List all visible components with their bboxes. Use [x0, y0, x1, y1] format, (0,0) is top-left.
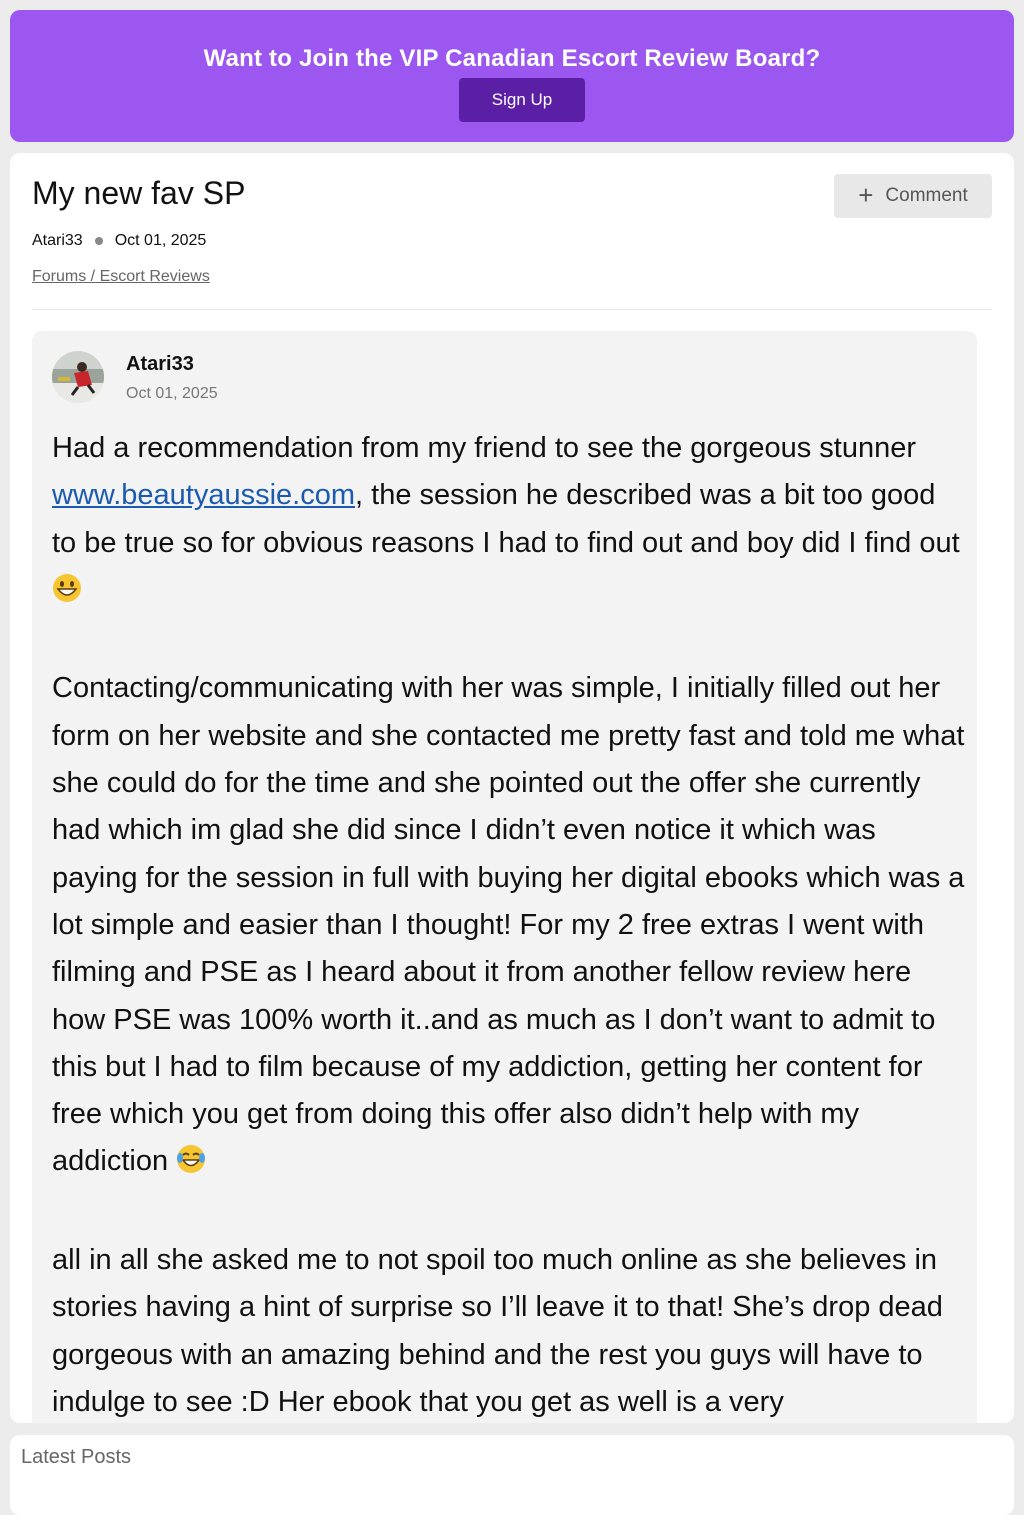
separator-dot-icon	[94, 237, 103, 245]
divider	[32, 309, 992, 310]
post-text: all in all she asked me to not spoil too…	[52, 1244, 943, 1418]
tears-of-joy-emoji-icon	[176, 1142, 206, 1189]
post-body: Had a recommendation from my friend to s…	[52, 425, 967, 1423]
post-text: Had a recommendation from my friend to s…	[52, 432, 917, 464]
plus-icon: +	[858, 179, 874, 210]
thread-card: My new fav SP + Comment Atari33 Oct 01, …	[10, 153, 1014, 1423]
post-paragraph: Had a recommendation from my friend to s…	[52, 425, 967, 618]
post-author[interactable]: Atari33	[126, 353, 194, 376]
comment-button[interactable]: + Comment	[834, 174, 992, 218]
thread-author[interactable]: Atari33	[32, 232, 83, 250]
banner-title: Want to Join the VIP Canadian Escort Rev…	[203, 45, 821, 72]
grinning-emoji-icon	[52, 571, 82, 618]
post-paragraph: all in all she asked me to not spoil too…	[52, 1237, 967, 1423]
post: Atari33 Oct 01, 2025 Had a recommendatio…	[32, 331, 977, 1423]
thread-meta: Atari33 Oct 01, 2025	[32, 232, 206, 250]
post-paragraph: Contacting/communicating with her was si…	[52, 665, 967, 1189]
post-date: Oct 01, 2025	[126, 385, 218, 402]
sign-up-button[interactable]: Sign Up	[459, 78, 585, 122]
vip-signup-banner: Want to Join the VIP Canadian Escort Rev…	[10, 10, 1014, 142]
post-text: Contacting/communicating with her was si…	[52, 672, 965, 1178]
latest-posts-section: Latest Posts	[10, 1435, 1014, 1515]
page-title: My new fav SP	[32, 175, 246, 211]
breadcrumb[interactable]: Forums / Escort Reviews	[32, 268, 210, 286]
comment-button-label: Comment	[885, 185, 968, 206]
thread-date: Oct 01, 2025	[114, 232, 207, 249]
avatar[interactable]	[52, 351, 104, 403]
website-link[interactable]: www.beautyaussie.com	[52, 479, 355, 511]
latest-posts-title: Latest Posts	[21, 1446, 132, 1468]
